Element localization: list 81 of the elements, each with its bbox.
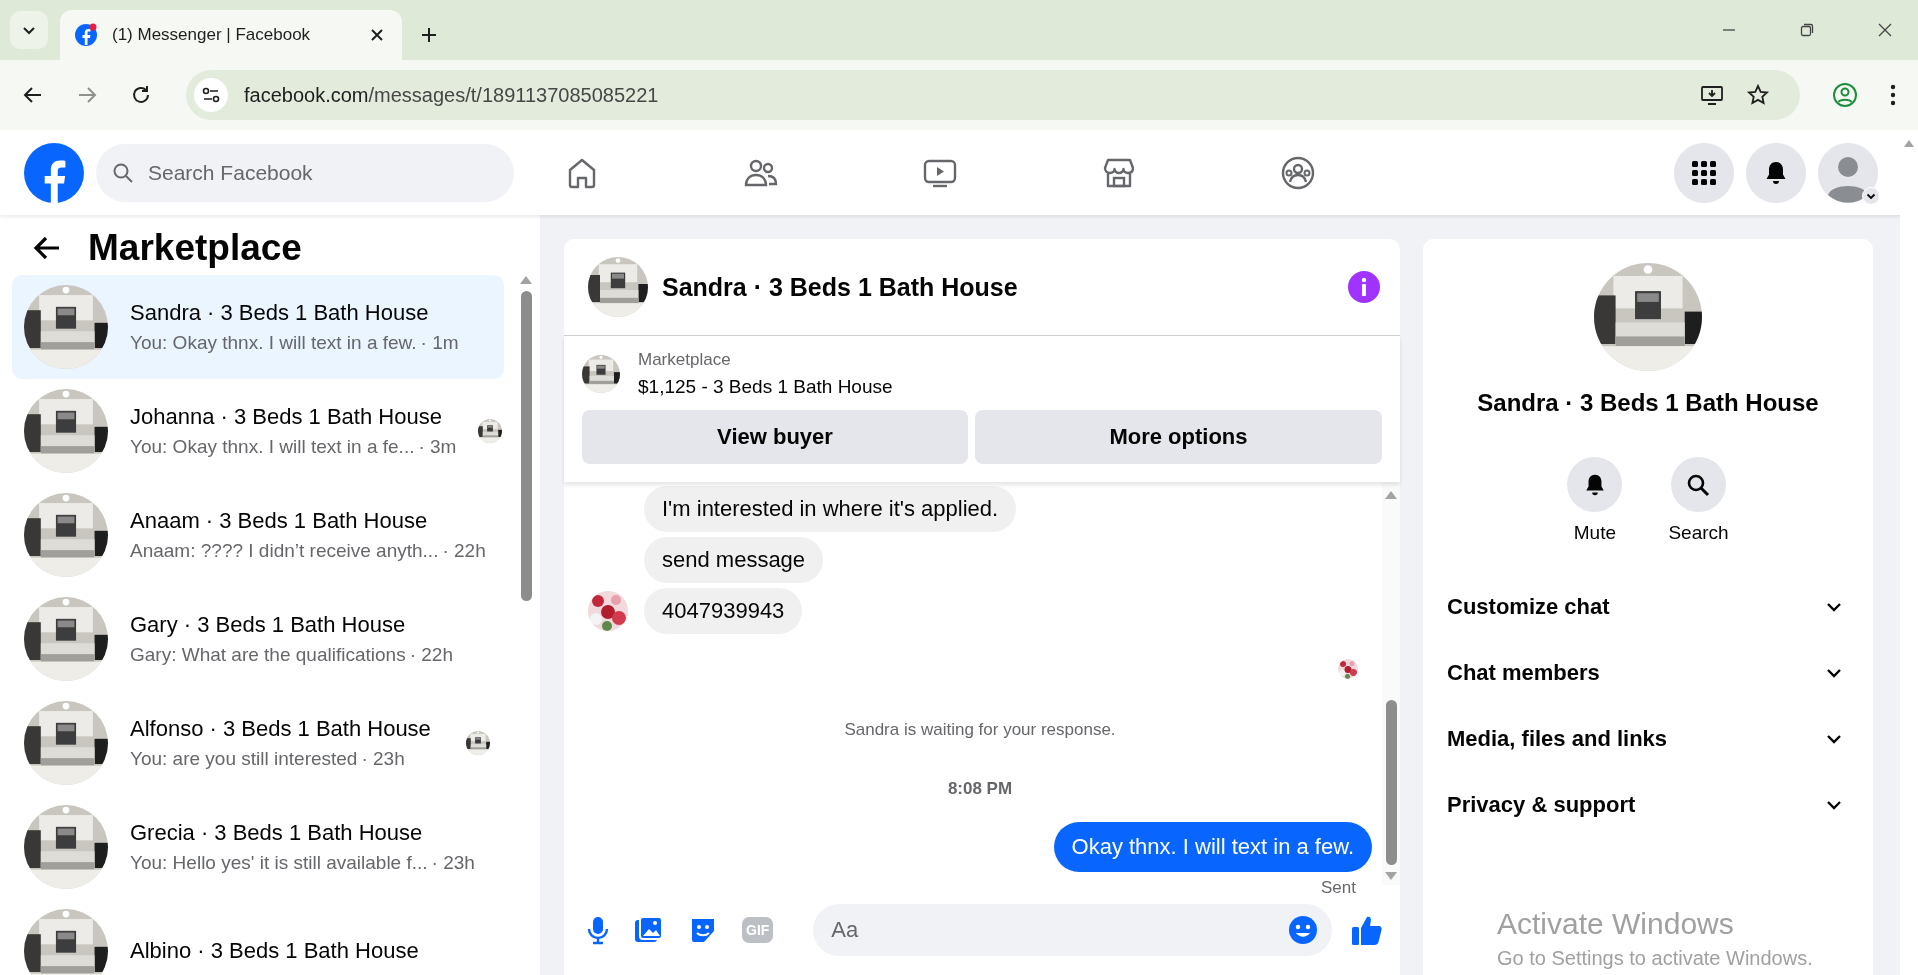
listing-title: $1,125 - 3 Beds 1 Bath House	[638, 376, 893, 398]
timestamp: · 23h	[361, 748, 405, 770]
chat-title: Sandra · 3 Beds 1 Bath House	[662, 272, 1018, 302]
emoji-icon[interactable]	[1288, 915, 1318, 945]
scrollbar[interactable]	[518, 275, 534, 601]
site-settings-icon[interactable]	[194, 78, 228, 112]
section-header[interactable]: Customize chat	[1447, 574, 1843, 640]
conversation-name: Alfonso · 3 Beds 1 Bath House	[130, 716, 432, 742]
message-preview: You: are you still interested	[130, 748, 358, 770]
message-preview: You: Okay thnx. I will text in a few.	[130, 332, 417, 354]
conversation-name: Grecia · 3 Beds 1 Bath House	[130, 820, 424, 846]
message-bubble: 4047939943	[644, 588, 803, 634]
message-preview: Gary: What are the qualifications	[130, 644, 406, 666]
conversation-item[interactable]: Alfonso · 3 Beds 1 Bath House You: are you still interested · 23h	[12, 691, 504, 795]
microphone-icon[interactable]	[586, 915, 610, 945]
timestamp: · 22h	[442, 540, 486, 562]
section-title: Media, files and links	[1447, 726, 1668, 752]
menu-icon[interactable]	[1890, 84, 1896, 106]
conversation-name: Anaam · 3 Beds 1 Bath House	[130, 508, 429, 534]
browser-tab[interactable]: (1) Messenger | Facebook	[60, 10, 402, 60]
timestamp: · 23h	[431, 852, 475, 874]
address-bar[interactable]: facebook.com/messages/t/1891137085085221	[186, 70, 1800, 120]
conversation-item[interactable]: Grecia · 3 Beds 1 Bath House You: Hello yes' it is still available f... · 23h	[12, 795, 504, 899]
new-tab-icon[interactable]	[420, 26, 438, 44]
timestamp: · 3m	[418, 436, 457, 458]
section-header[interactable]: Privacy & support	[1447, 772, 1843, 838]
timestamp: 8:08 PM	[946, 778, 1014, 800]
reload-icon[interactable]	[130, 84, 152, 106]
conversation-name: Sandra · 3 Beds 1 Bath House	[130, 300, 430, 326]
section-title: Customize chat	[1447, 594, 1610, 620]
conversation-name: Johanna · 3 Beds 1 Bath House	[130, 404, 443, 430]
image-icon[interactable]	[634, 915, 664, 945]
tab-title: (1) Messenger | Facebook	[112, 25, 312, 45]
star-icon[interactable]	[1746, 83, 1770, 107]
grid-icon	[1691, 159, 1717, 186]
status-notice: Sandra is waiting for your response.	[843, 719, 1117, 740]
conversation-item[interactable]: Gary · 3 Beds 1 Bath House Gary: What are the qualifications · 22h	[12, 587, 504, 691]
conversation-item[interactable]: Sandra · 3 Beds 1 Bath House You: Okay thnx. I will text in a few. · 1m	[12, 275, 504, 379]
timestamp: · 1m	[420, 332, 459, 354]
delivery-status: Sent	[1321, 878, 1357, 898]
message-bubble: send message	[644, 537, 824, 583]
timestamp: · 22h	[409, 644, 453, 666]
conversation-item[interactable]: Anaam · 3 Beds 1 Bath House Anaam: ???? I didn’t receive anyth... · 22h	[12, 483, 504, 587]
install-app-icon[interactable]	[1700, 83, 1724, 107]
message-preview: You: Hello yes' it is still available f...	[130, 852, 428, 874]
section-title: Chat members	[1447, 660, 1600, 686]
caret-icon[interactable]	[1862, 186, 1880, 205]
action-button[interactable]: More options	[975, 410, 1382, 464]
info-icon[interactable]	[1348, 271, 1380, 303]
conversation-item[interactable]: Johanna · 3 Beds 1 Bath House You: Okay thnx. I will text in a fe... · 3m	[12, 379, 504, 483]
section-title: Privacy & support	[1447, 792, 1636, 818]
message-preview: You: Okay thnx. I will text in a fe...	[130, 436, 415, 458]
section-header[interactable]: Media, files and links	[1447, 706, 1843, 772]
message-bubble: Okay thnx. I will text in a few.	[1053, 822, 1372, 872]
message-preview: Anaam: ???? I didn’t receive anyth...	[130, 540, 439, 562]
action-button[interactable]: View buyer	[582, 410, 968, 464]
scrollbar[interactable]	[1900, 135, 1918, 975]
chat-title: Sandra · 3 Beds 1 Bath House	[1477, 389, 1819, 417]
close-icon[interactable]	[1877, 22, 1893, 38]
panel-title: Marketplace	[88, 227, 302, 269]
action-label: Mute	[1573, 522, 1616, 544]
section-header[interactable]: Chat members	[1447, 640, 1843, 706]
search-field[interactable]: Search Facebook	[96, 143, 514, 202]
conversation-name: Gary · 3 Beds 1 Bath House	[130, 612, 407, 638]
listing-label: Marketplace	[638, 350, 732, 370]
action-label: Search	[1668, 522, 1729, 544]
message-bubble: I'm interested in where it's applied.	[644, 486, 1017, 532]
conversation-name: Albino · 3 Beds 1 Bath House	[130, 938, 420, 964]
profile-icon[interactable]	[1832, 82, 1858, 108]
tab-list-button[interactable]	[10, 11, 48, 49]
close-icon[interactable]	[370, 28, 384, 42]
message-field[interactable]: Aa	[813, 904, 1332, 956]
activation-text: Go to Settings to activate Windows.	[1497, 947, 1813, 970]
activation-title: Activate Windows	[1497, 907, 1735, 941]
url-text: facebook.com/messages/t/1891137085085221	[244, 83, 659, 107]
search-icon	[1686, 472, 1711, 497]
restore-icon[interactable]	[1799, 22, 1815, 38]
favicon-icon	[74, 23, 98, 47]
logo-icon[interactable]	[24, 142, 84, 203]
conversation-item[interactable]: Albino · 3 Beds 1 Bath House	[12, 899, 504, 975]
groups-icon[interactable]	[1280, 154, 1316, 191]
